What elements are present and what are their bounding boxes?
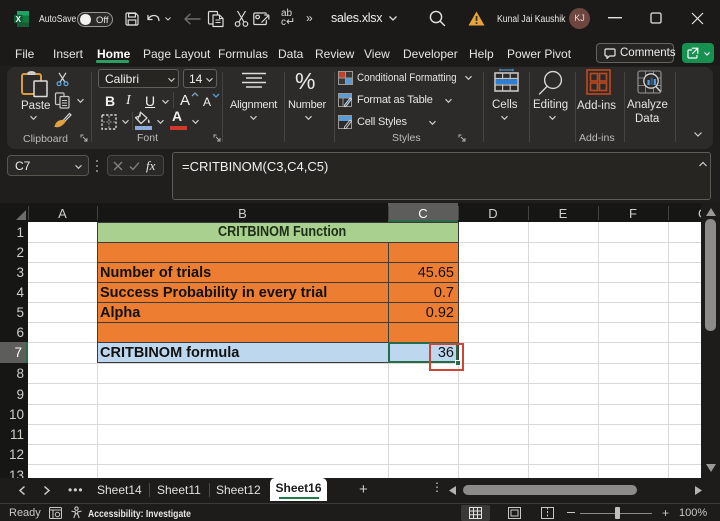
- svg-text:X: X: [16, 15, 22, 24]
